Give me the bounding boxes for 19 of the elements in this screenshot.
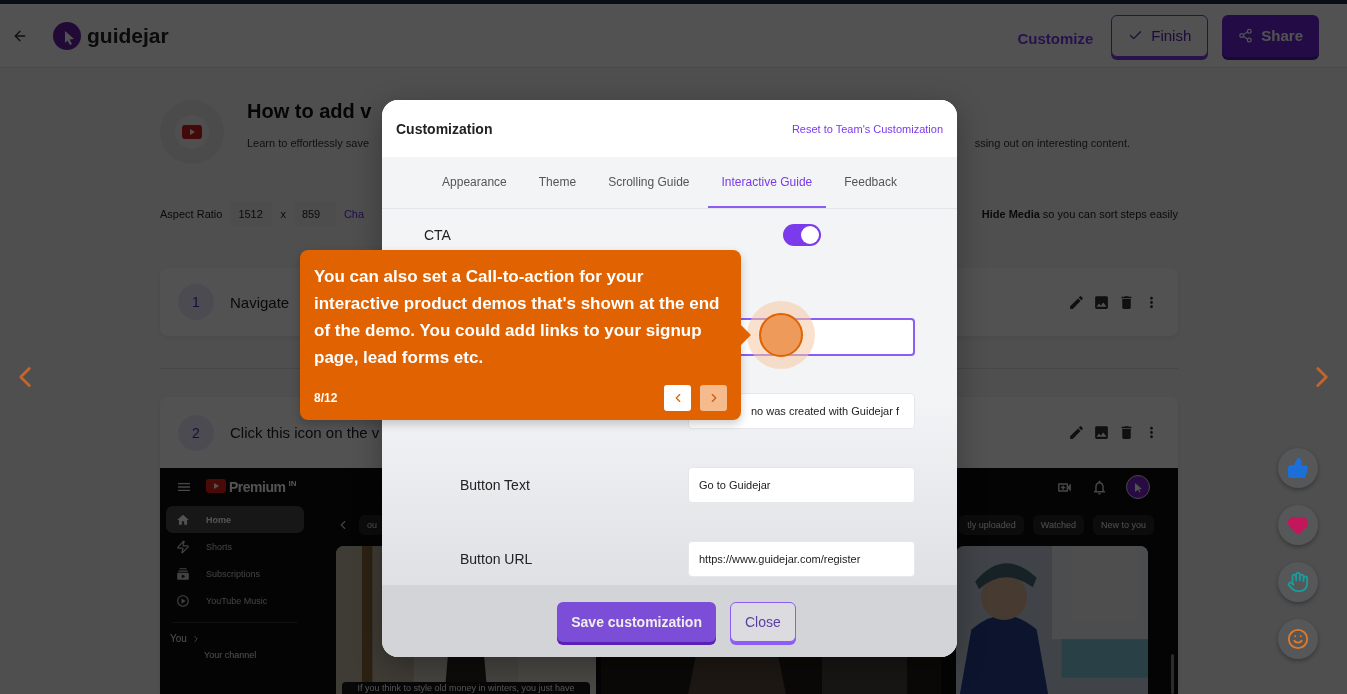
guide-title: How to add v xyxy=(247,100,373,123)
step-text: Click this icon on the v xyxy=(230,424,380,441)
times-sign: x xyxy=(280,208,286,220)
field-label: Button URL xyxy=(459,551,534,567)
tooltip-text: You can also set a Call-to-action for your interactive product demos that's shown at the end of the demo. You could add links to your signup page, lead forms etc. xyxy=(314,266,721,369)
field-label: CTA xyxy=(423,227,452,243)
hide-media-hint: Hide Media so you can sort steps easily xyxy=(981,208,1178,220)
step-number: 2 xyxy=(178,414,214,451)
guide-description: ssing out on interesting content. xyxy=(974,137,1130,149)
aspect-ratio-label: Aspect Ratio xyxy=(160,208,223,220)
step-counter: 8/12 xyxy=(314,391,338,405)
step-number: 1 xyxy=(178,284,214,320)
field-label: Button Text xyxy=(459,477,531,493)
logo-text: Premium xyxy=(229,479,286,495)
logo-text: guidejar xyxy=(87,23,169,48)
region-label: IN xyxy=(288,479,297,488)
guide-description: Learn to effortlessly save xyxy=(247,137,370,149)
dialog-title: Customization xyxy=(396,120,493,137)
step-text: Navigate xyxy=(230,293,290,311)
